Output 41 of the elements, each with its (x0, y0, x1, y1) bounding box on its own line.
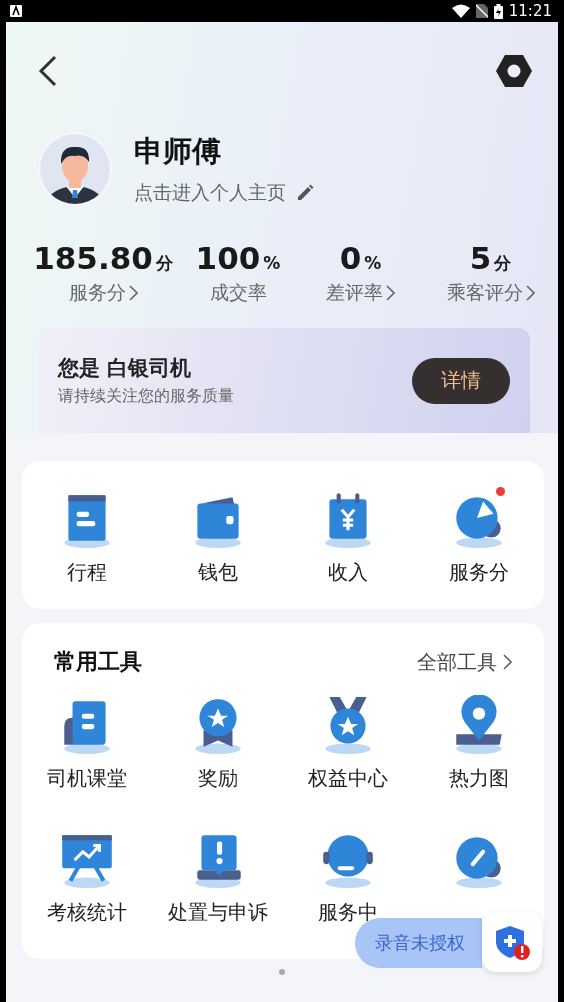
level-title: 您是 白银司机 (58, 355, 193, 382)
page-indicator (279, 969, 285, 975)
level-subtitle: 请持续关注您的服务质量 (58, 386, 235, 407)
stat-value: 185.80 (33, 240, 153, 276)
details-button[interactable]: 详情 (412, 357, 510, 404)
stat-unit: 分 (155, 252, 173, 275)
app-icon (10, 5, 22, 17)
tool-label[interactable]: 热力图 (448, 765, 509, 791)
stat-label[interactable]: 服务分 (68, 280, 126, 306)
tool-label[interactable]: 处置与申诉 (167, 899, 268, 925)
profile-link[interactable]: 点击进入个人主页 (134, 180, 286, 206)
tool-label[interactable]: 司机课堂 (47, 765, 128, 791)
stat-unit: % (364, 253, 382, 273)
stat-unit: % (263, 253, 281, 273)
chevron-icon (503, 654, 512, 670)
settings-icon[interactable] (496, 55, 532, 87)
shortcut-label[interactable]: 收入 (328, 559, 369, 585)
tool-label[interactable]: 权益中心 (308, 765, 389, 791)
back-icon[interactable] (38, 55, 58, 87)
shortcut-label[interactable]: 服务分 (448, 559, 509, 585)
section-title: 常用工具 (54, 648, 142, 676)
tool-label[interactable]: 考核统计 (47, 899, 128, 925)
stat-label: 成交率 (209, 280, 267, 305)
stat-value: 5 (469, 240, 492, 276)
battery-icon (493, 3, 503, 19)
wifi-icon (451, 4, 470, 18)
all-tools-link[interactable]: 全部工具 (417, 648, 512, 676)
status-time: 11:21 (508, 2, 552, 20)
shortcut-label[interactable]: 行程 (67, 559, 108, 585)
driver-name: 申师傅 (134, 133, 222, 170)
no-sim-icon (475, 4, 488, 18)
stat-value: 100 (195, 240, 261, 276)
tool-label[interactable]: 奖励 (197, 765, 238, 791)
shortcut-label[interactable]: 钱包 (197, 559, 238, 585)
shield-alert-icon[interactable] (482, 912, 542, 972)
stat-label[interactable]: 差评率 (326, 280, 383, 306)
edit-icon[interactable] (296, 184, 314, 202)
stat-unit: 分 (494, 252, 512, 275)
stat-label[interactable]: 乘客评分 (446, 280, 523, 306)
stat-value: 0 (339, 240, 362, 276)
avatar[interactable] (38, 132, 112, 206)
